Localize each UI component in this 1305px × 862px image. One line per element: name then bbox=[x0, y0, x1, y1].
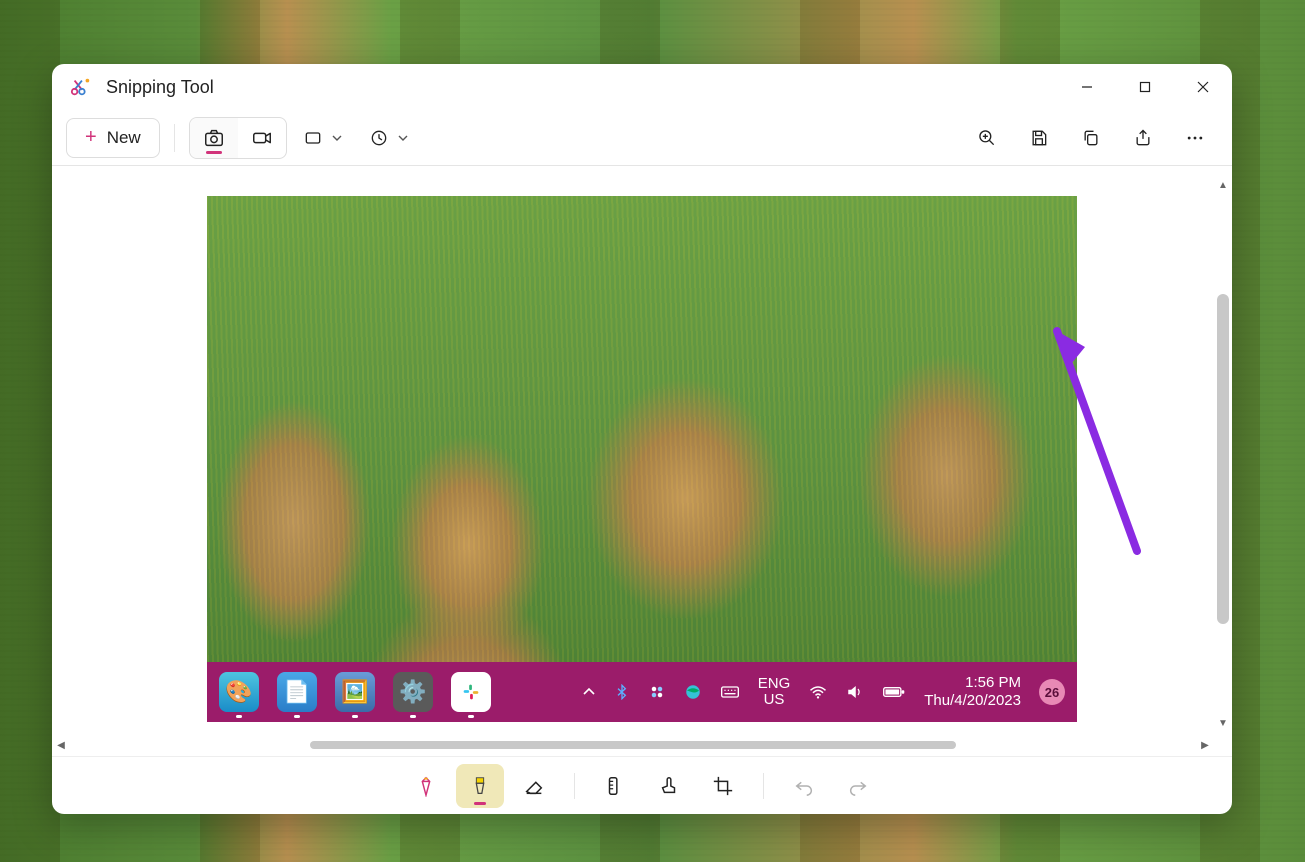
toolbar-separator bbox=[174, 124, 175, 152]
screenshot-mode-button[interactable] bbox=[190, 118, 238, 158]
more-horizontal-icon bbox=[1185, 128, 1205, 148]
maximize-button[interactable] bbox=[1116, 64, 1174, 110]
redo-icon bbox=[847, 775, 869, 797]
toolbar-separator bbox=[574, 773, 575, 799]
wifi-icon bbox=[808, 684, 828, 700]
plus-icon: + bbox=[85, 126, 97, 149]
titlebar: Snipping Tool bbox=[52, 64, 1232, 110]
eraser-icon bbox=[523, 775, 545, 797]
copy-button[interactable] bbox=[1068, 118, 1114, 158]
close-icon bbox=[1197, 81, 1209, 93]
horizontal-scrollbar[interactable]: ◀ ▶ bbox=[52, 734, 1214, 756]
redo-button[interactable] bbox=[834, 764, 882, 808]
snipping-tool-app-icon bbox=[70, 76, 92, 98]
scroll-up-arrow-icon[interactable]: ▲ bbox=[1214, 176, 1232, 194]
video-icon bbox=[251, 127, 273, 149]
zoom-button[interactable] bbox=[964, 118, 1010, 158]
taskbar-app-notepad-icon: 📄 bbox=[277, 672, 317, 712]
rectangle-snip-icon bbox=[303, 128, 323, 148]
highlighter-icon bbox=[469, 775, 491, 797]
keyboard-icon bbox=[720, 684, 740, 700]
snip-shape-dropdown[interactable] bbox=[293, 118, 353, 158]
chevron-down-icon bbox=[397, 132, 409, 144]
crop-icon bbox=[712, 775, 734, 797]
new-label: New bbox=[107, 128, 141, 148]
share-button[interactable] bbox=[1120, 118, 1166, 158]
captured-system-tray: ENG US 1:56 PM bbox=[582, 674, 1065, 710]
vertical-scrollbar[interactable]: ▲ ▼ bbox=[1214, 176, 1232, 732]
taskbar-app-photos-icon: 🖼️ bbox=[335, 672, 375, 712]
scroll-left-arrow-icon[interactable]: ◀ bbox=[52, 734, 70, 756]
top-toolbar: + New bbox=[52, 110, 1232, 166]
pen-icon bbox=[415, 775, 437, 797]
clock: 1:56 PM Thu/4/20/2023 bbox=[924, 674, 1021, 710]
tray-app-icon bbox=[648, 683, 666, 701]
undo-button[interactable] bbox=[780, 764, 828, 808]
desktop-background: Snipping Tool + New bbox=[0, 0, 1305, 862]
snipping-tool-window: Snipping Tool + New bbox=[52, 64, 1232, 814]
tray-chevron-up-icon bbox=[582, 685, 596, 699]
save-button[interactable] bbox=[1016, 118, 1062, 158]
notification-badge: 26 bbox=[1039, 679, 1065, 705]
copy-icon bbox=[1081, 128, 1101, 148]
edge-icon bbox=[684, 683, 702, 701]
touch-writing-tool[interactable] bbox=[645, 764, 693, 808]
eraser-tool[interactable] bbox=[510, 764, 558, 808]
canvas-area: 🎨 📄 🖼️ ⚙️ bbox=[52, 166, 1232, 756]
taskbar-app-settings-icon: ⚙️ bbox=[393, 672, 433, 712]
highlighter-tool[interactable] bbox=[456, 764, 504, 808]
more-options-button[interactable] bbox=[1172, 118, 1218, 158]
ruler-icon bbox=[604, 775, 626, 797]
ballpoint-pen-tool[interactable] bbox=[402, 764, 450, 808]
taskbar-app-paint-icon: 🎨 bbox=[219, 672, 259, 712]
horizontal-scrollbar-thumb[interactable] bbox=[310, 741, 956, 749]
window-controls bbox=[1058, 64, 1232, 110]
minimize-icon bbox=[1081, 81, 1093, 93]
chevron-down-icon bbox=[331, 132, 343, 144]
toolbar-separator bbox=[763, 773, 764, 799]
new-snip-button[interactable]: + New bbox=[66, 118, 160, 158]
minimize-button[interactable] bbox=[1058, 64, 1116, 110]
clock-icon bbox=[369, 128, 389, 148]
annotation-toolbar bbox=[52, 756, 1232, 814]
video-mode-button[interactable] bbox=[238, 118, 286, 158]
undo-icon bbox=[793, 775, 815, 797]
save-icon bbox=[1029, 128, 1049, 148]
maximize-icon bbox=[1139, 81, 1151, 93]
scroll-right-arrow-icon[interactable]: ▶ bbox=[1196, 734, 1214, 756]
battery-icon bbox=[882, 685, 906, 699]
share-icon bbox=[1133, 128, 1153, 148]
camera-icon bbox=[203, 127, 225, 149]
delay-dropdown[interactable] bbox=[359, 118, 419, 158]
captured-photo-content bbox=[207, 196, 1077, 662]
close-button[interactable] bbox=[1174, 64, 1232, 110]
volume-icon bbox=[846, 684, 864, 700]
app-title: Snipping Tool bbox=[106, 77, 214, 98]
crop-tool[interactable] bbox=[699, 764, 747, 808]
captured-taskbar: 🎨 📄 🖼️ ⚙️ bbox=[207, 662, 1077, 722]
ruler-tool[interactable] bbox=[591, 764, 639, 808]
zoom-in-icon bbox=[977, 128, 997, 148]
vertical-scrollbar-thumb[interactable] bbox=[1217, 294, 1229, 624]
taskbar-app-slack-icon bbox=[451, 672, 491, 712]
touch-icon bbox=[658, 775, 680, 797]
bluetooth-icon bbox=[614, 684, 630, 700]
language-indicator: ENG US bbox=[758, 676, 791, 709]
scroll-down-arrow-icon[interactable]: ▼ bbox=[1214, 714, 1232, 732]
captured-screenshot[interactable]: 🎨 📄 🖼️ ⚙️ bbox=[207, 196, 1077, 722]
capture-mode-toggle bbox=[189, 117, 287, 159]
